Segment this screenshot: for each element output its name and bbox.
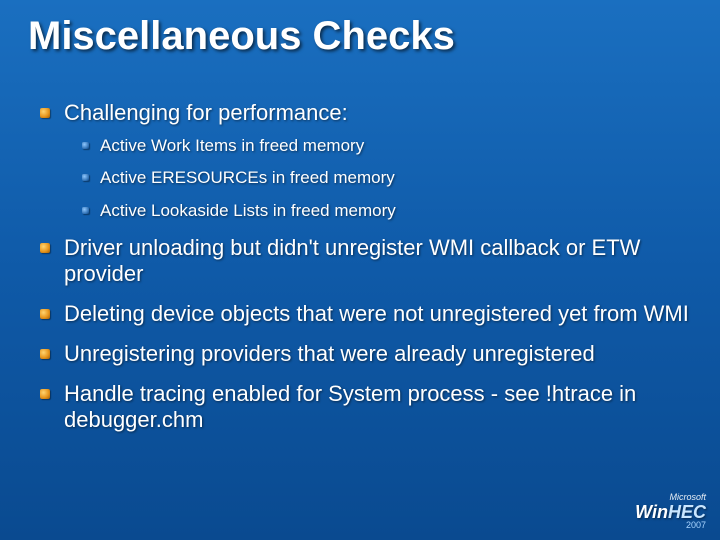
bullet-item: Handle tracing enabled for System proces… — [28, 381, 690, 433]
bullet-item: Deleting device objects that were not un… — [28, 301, 690, 327]
sub-bullet-item: Active Work Items in freed memory — [64, 136, 690, 156]
bullet-text: Driver unloading but didn't unregister W… — [64, 235, 640, 286]
sub-bullet-item: Active Lookaside Lists in freed memory — [64, 201, 690, 221]
bullet-item: Unregistering providers that were alread… — [28, 341, 690, 367]
slide: Miscellaneous Checks Challenging for per… — [0, 0, 720, 540]
sub-bullet-text: Active ERESOURCEs in freed memory — [100, 168, 395, 187]
bullet-text: Unregistering providers that were alread… — [64, 341, 595, 366]
sub-bullet-text: Active Lookaside Lists in freed memory — [100, 201, 396, 220]
bullet-text: Deleting device objects that were not un… — [64, 301, 689, 326]
sub-bullet-list: Active Work Items in freed memory Active… — [64, 136, 690, 221]
footer-brand-hec: HEC — [668, 502, 706, 522]
sub-bullet-item: Active ERESOURCEs in freed memory — [64, 168, 690, 188]
footer-ms-label: Microsoft — [635, 493, 706, 502]
slide-body: Challenging for performance: Active Work… — [28, 100, 690, 447]
footer-logo: Microsoft WinHEC 2007 — [635, 493, 706, 530]
slide-title: Miscellaneous Checks — [28, 14, 455, 59]
bullet-item: Challenging for performance: Active Work… — [28, 100, 690, 221]
bullet-item: Driver unloading but didn't unregister W… — [28, 235, 690, 287]
sub-bullet-text: Active Work Items in freed memory — [100, 136, 364, 155]
footer-brand: WinHEC — [635, 502, 706, 522]
bullet-text: Challenging for performance: — [64, 100, 348, 125]
footer-year: 2007 — [635, 521, 706, 530]
bullet-list: Challenging for performance: Active Work… — [28, 100, 690, 433]
bullet-text: Handle tracing enabled for System proces… — [64, 381, 636, 432]
footer-brand-win: Win — [635, 502, 668, 522]
